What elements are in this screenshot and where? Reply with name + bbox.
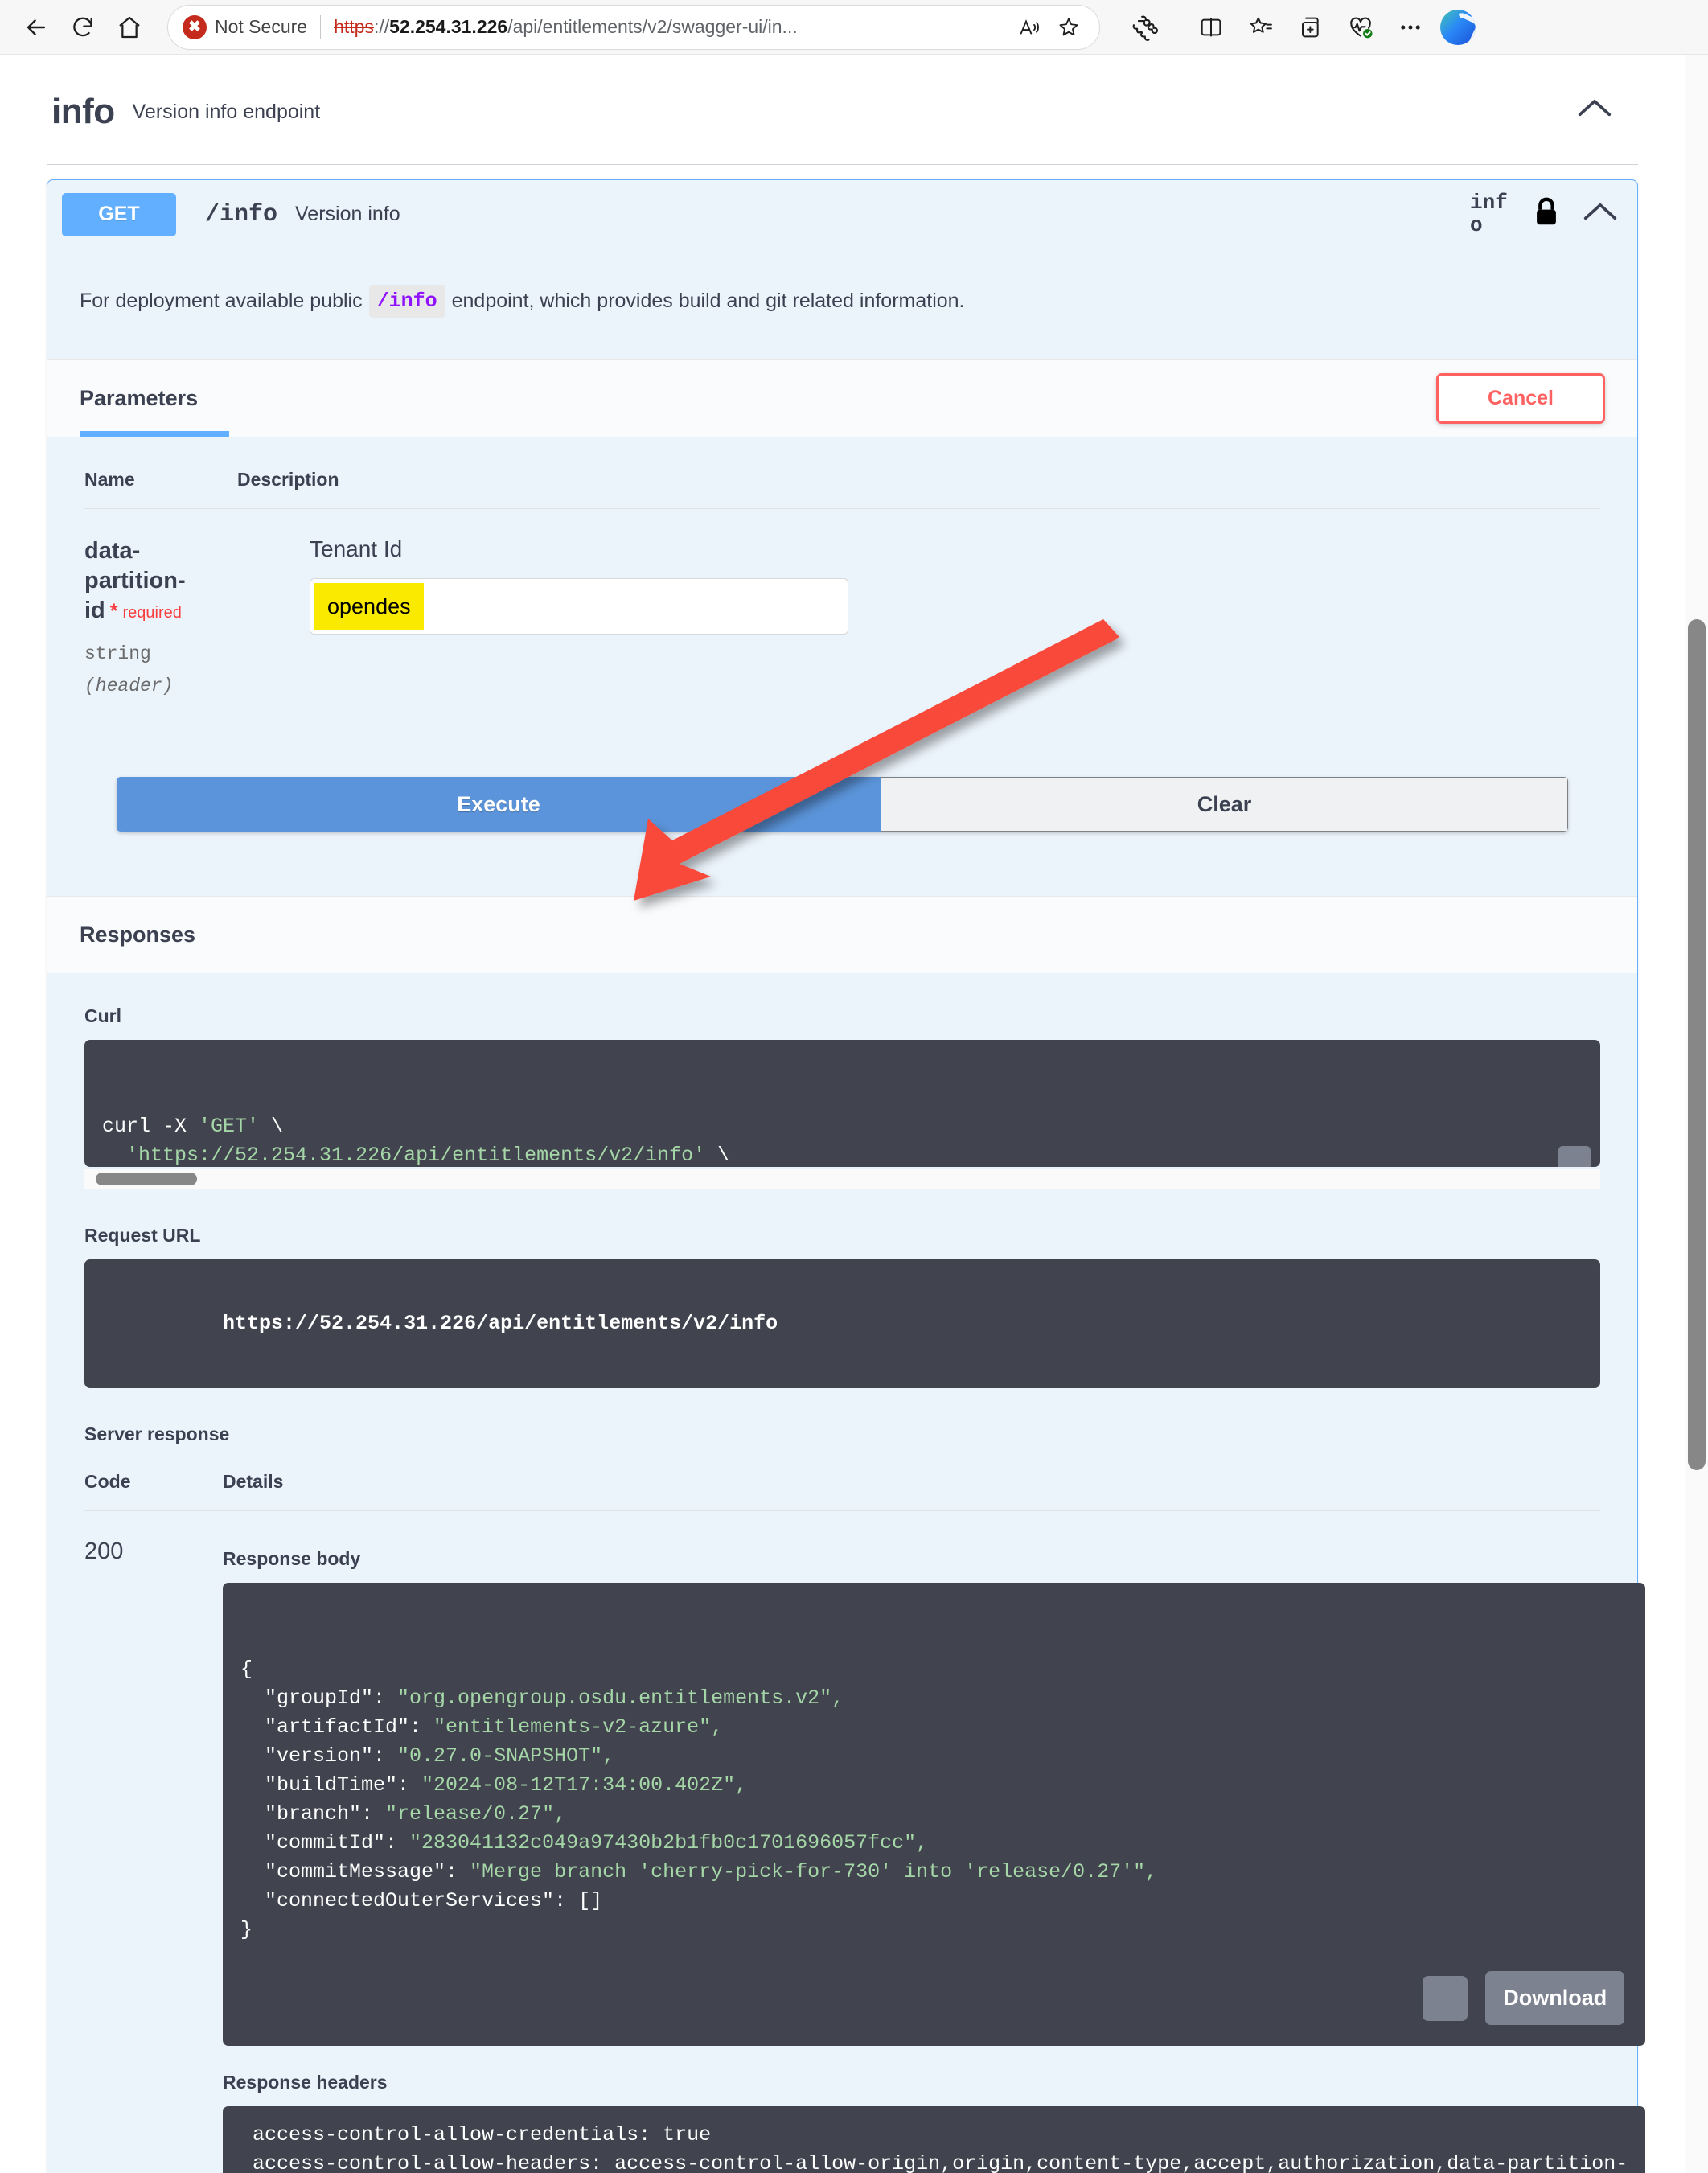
lock-closed-icon[interactable] [1533,195,1560,233]
request-url-block: https://52.254.31.226/api/entitlements/v… [84,1259,1600,1389]
parameter-key-cell: data-partition-id * required string (heade… [84,536,237,696]
read-aloud-icon[interactable] [1011,8,1049,47]
required-label: required [122,604,182,622]
curl-horizontal-scrollbar[interactable] [84,1169,1600,1190]
parameter-name: data-partition-id * required [84,536,237,626]
parameters-title: Parameters [80,386,199,410]
parameters-body: Name Description data-partition-id * requi… [47,437,1637,896]
add-favorite-star-icon[interactable] [1049,8,1088,47]
extensions-icon[interactable] [1121,6,1168,49]
response-status-code: 200 [84,1538,124,1565]
address-bar[interactable]: ✖ Not Secure https://52.254.31.226/api/e… [167,4,1100,50]
url-scheme: https [334,16,374,37]
curl-copy-icon[interactable] [1558,1146,1591,1168]
data-partition-id-input[interactable]: opendes [310,578,848,635]
operation-tag-label: info [1470,191,1508,237]
response-row: 200 Response body { "groupId": "org.open… [84,1511,1646,2173]
settings-and-more-icon[interactable] [1387,6,1434,49]
browser-toolbar: ✖ Not Secure https://52.254.31.226/api/e… [0,0,1708,55]
chevron-up-icon[interactable] [1577,97,1612,125]
curl-label: Curl [84,1005,121,1027]
response-body-content: { "groupId": "org.opengroup.osdu.entitle… [240,1657,1158,1942]
response-details: Response body { "groupId": "org.opengrou… [223,1538,1646,2173]
request-url-text: https://52.254.31.226/api/entitlements/v… [223,1312,778,1336]
url-path: /api/entitlements/v2/swagger-ui/in... [507,16,798,37]
refresh-button[interactable] [60,6,106,49]
back-button[interactable] [13,6,60,49]
tag-description: Version info endpoint [132,100,321,123]
download-button[interactable]: Download [1485,1971,1625,2026]
operation-path: /info [205,200,278,228]
security-label: Not Secure [215,16,308,37]
swagger-ui-page: info Version info endpoint GET /info Ver… [0,55,1685,2173]
parameter-value-cell: Tenant Id opendes [237,536,1600,696]
operation-summary: Version info [295,203,400,225]
response-column-headers: Code Details [84,1471,1600,1512]
responses-header: Responses [47,896,1637,974]
curl-scrollbar-thumb[interactable] [96,1173,197,1186]
collections-icon[interactable] [1287,6,1334,49]
url-host: 52.254.31.226 [389,16,508,37]
description-text-after: endpoint, which provides build and git r… [451,290,965,312]
curl-code-block[interactable]: curl -X 'GET' \ 'https://52.254.31.226/a… [84,1040,1600,1168]
http-method-badge: GET [62,192,176,236]
tag-section-header[interactable]: info Version info endpoint [31,55,1654,164]
copilot-icon[interactable] [1440,9,1476,45]
url-display[interactable]: https://52.254.31.226/api/entitlements/v… [334,16,1011,38]
url-separator: :// [373,16,390,37]
page-vertical-scrollbar[interactable] [1685,55,1708,2173]
execute-button[interactable]: Execute [117,777,881,832]
server-response-label: Server response [84,1423,230,1445]
page-viewport: info Version info endpoint GET /info Ver… [0,55,1708,2173]
data-partition-id-value: opendes [314,583,424,630]
parameter-row: data-partition-id * required string (heade… [84,509,1600,696]
parameter-location: (header) [84,676,174,697]
response-body-label: Response body [223,1548,361,1570]
tag-divider [47,164,1638,165]
favorites-star-list-icon[interactable] [1238,6,1284,49]
response-body-block[interactable]: { "groupId": "org.opengroup.osdu.entitle… [223,1583,1646,2047]
curl-content: curl -X 'GET' \ 'https://52.254.31.226/a… [102,1115,730,1168]
description-inline-code: /info [368,285,445,318]
parameter-type: string [84,643,151,665]
opblock-summary[interactable]: GET /info Version info info [47,180,1637,249]
responses-body: Curl curl -X 'GET' \ 'https://52.254.31.… [47,973,1646,2173]
request-url-label: Request URL [84,1225,201,1247]
omnibox-divider [320,14,322,39]
parameters-tab-underline [80,431,229,437]
response-headers-label: Response headers [223,2072,388,2093]
page-scrollbar-thumb[interactable] [1688,619,1706,1470]
responses-title: Responses [80,922,196,947]
column-header-description: Description [237,469,339,490]
required-star: * [109,600,118,623]
column-header-details: Details [223,1471,284,1493]
execute-clear-row: Execute Clear [117,777,1568,832]
site-security-indicator[interactable]: ✖ Not Secure [183,14,308,39]
opblock-get-info: GET /info Version info info For deployme… [47,179,1646,2173]
column-header-name: Name [84,469,135,490]
tag-name: info [51,92,115,131]
copy-to-clipboard-icon[interactable] [1423,1975,1468,2021]
response-body-actions: Download [1423,1971,1625,2026]
response-headers-block: access-control-allow-credentials: true a… [223,2106,1646,2173]
split-screen-icon[interactable] [1188,6,1234,49]
description-text-before: For deployment available public [80,290,363,312]
parameter-description: Tenant Id [310,536,403,561]
home-button[interactable] [106,6,153,49]
parameters-header: Parameters Cancel [47,359,1637,437]
cancel-button[interactable]: Cancel [1436,373,1605,424]
clear-button[interactable]: Clear [881,777,1568,832]
operation-description: For deployment available public /info en… [47,249,1637,359]
not-secure-warning-icon: ✖ [183,14,207,39]
browser-essentials-icon[interactable] [1337,6,1384,49]
column-header-code: Code [84,1471,131,1493]
parameters-column-headers: Name Description [84,469,1600,509]
operation-collapse-chevron-up-icon[interactable] [1583,200,1618,228]
